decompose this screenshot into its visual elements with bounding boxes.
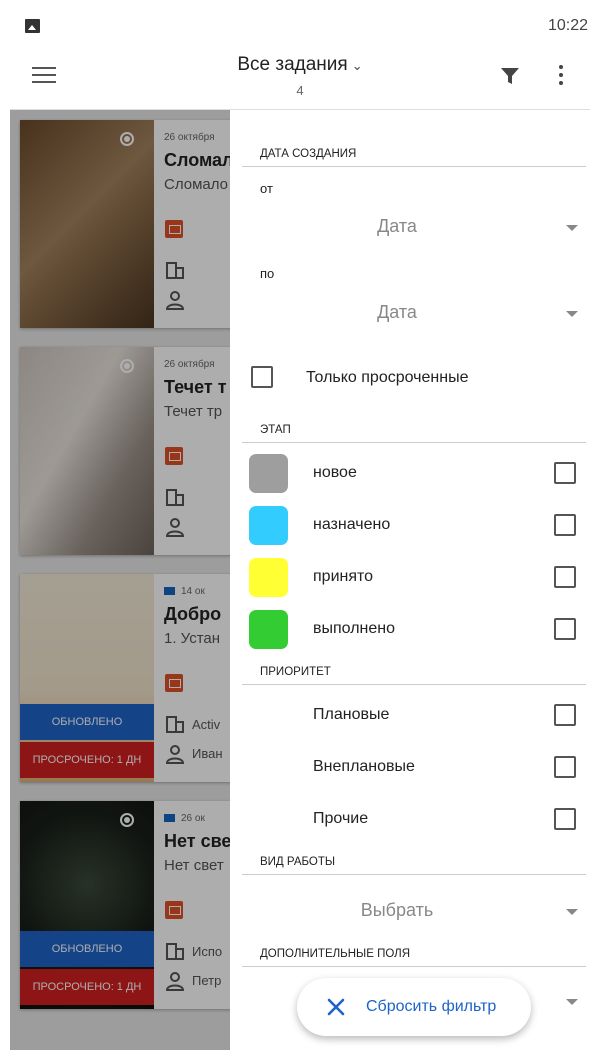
stage-label: новое [313, 464, 357, 481]
divider [242, 874, 586, 875]
status-bar: 10:22 [10, 10, 590, 44]
stage-label: принято [313, 568, 374, 585]
priority-checkbox[interactable] [554, 704, 576, 726]
dropdown-arrow-icon [566, 909, 578, 915]
stage-checkbox[interactable] [554, 514, 576, 536]
priority-checkbox[interactable] [554, 808, 576, 830]
chevron-down-icon: ⌄ [351, 58, 363, 73]
divider [242, 442, 586, 443]
filter-icon[interactable] [500, 66, 520, 86]
page-title: Все задания [237, 54, 348, 75]
stage-checkbox[interactable] [554, 566, 576, 588]
stage-label: выполнено [313, 620, 396, 637]
stage-color-swatch [249, 506, 288, 545]
priority-checkbox[interactable] [554, 756, 576, 778]
image-notification-icon [25, 19, 40, 33]
priority-label: Плановые [313, 706, 390, 723]
extra-fields-header: ДОПОЛНИТЕЛЬНЫЕ ПОЛЯ [260, 948, 411, 960]
created-date-header: ДАТА СОЗДАНИЯ [260, 148, 357, 160]
work-type-value: Выбрать [360, 900, 434, 920]
stage-color-swatch [249, 454, 288, 493]
dropdown-arrow-icon [566, 999, 578, 1005]
priority-label: Внеплановые [313, 758, 415, 775]
more-options-icon[interactable] [554, 65, 568, 89]
work-type-select[interactable]: Выбрать [242, 892, 586, 932]
dropdown-arrow-icon [566, 225, 578, 231]
reset-filter-label: Сбросить фильтр [366, 998, 497, 1015]
stage-header: ЭТАП [260, 424, 291, 436]
filter-panel: ДАТА СОЗДАНИЯ от Дата по Дата Только про… [230, 110, 590, 1050]
date-from-select[interactable]: Дата [242, 208, 586, 248]
divider [242, 684, 586, 685]
stage-checkbox[interactable] [554, 462, 576, 484]
date-from-label: от [260, 181, 273, 196]
reset-filter-button[interactable]: Сбросить фильтр [297, 978, 531, 1036]
status-time: 10:22 [547, 17, 588, 34]
priority-header: ПРИОРИТЕТ [260, 666, 331, 678]
date-to-label: по [260, 266, 275, 281]
divider [242, 966, 586, 967]
work-type-header: ВИД РАБОТЫ [260, 856, 336, 868]
overdue-only-checkbox[interactable] [251, 366, 273, 388]
date-from-value: Дата [377, 216, 417, 236]
close-icon [327, 998, 345, 1016]
date-to-select[interactable]: Дата [242, 294, 586, 334]
app-bar: Все задания ⌄ 4 [10, 44, 590, 110]
date-to-value: Дата [377, 302, 417, 322]
stage-checkbox[interactable] [554, 618, 576, 640]
stage-color-swatch [249, 558, 288, 597]
priority-label: Прочие [313, 810, 369, 827]
dropdown-arrow-icon [566, 311, 578, 317]
stage-color-swatch [249, 610, 288, 649]
overdue-only-label: Только просроченные [306, 369, 469, 386]
stage-label: назначено [313, 516, 391, 533]
drawer-scrim[interactable] [10, 110, 230, 1050]
divider [242, 166, 586, 167]
